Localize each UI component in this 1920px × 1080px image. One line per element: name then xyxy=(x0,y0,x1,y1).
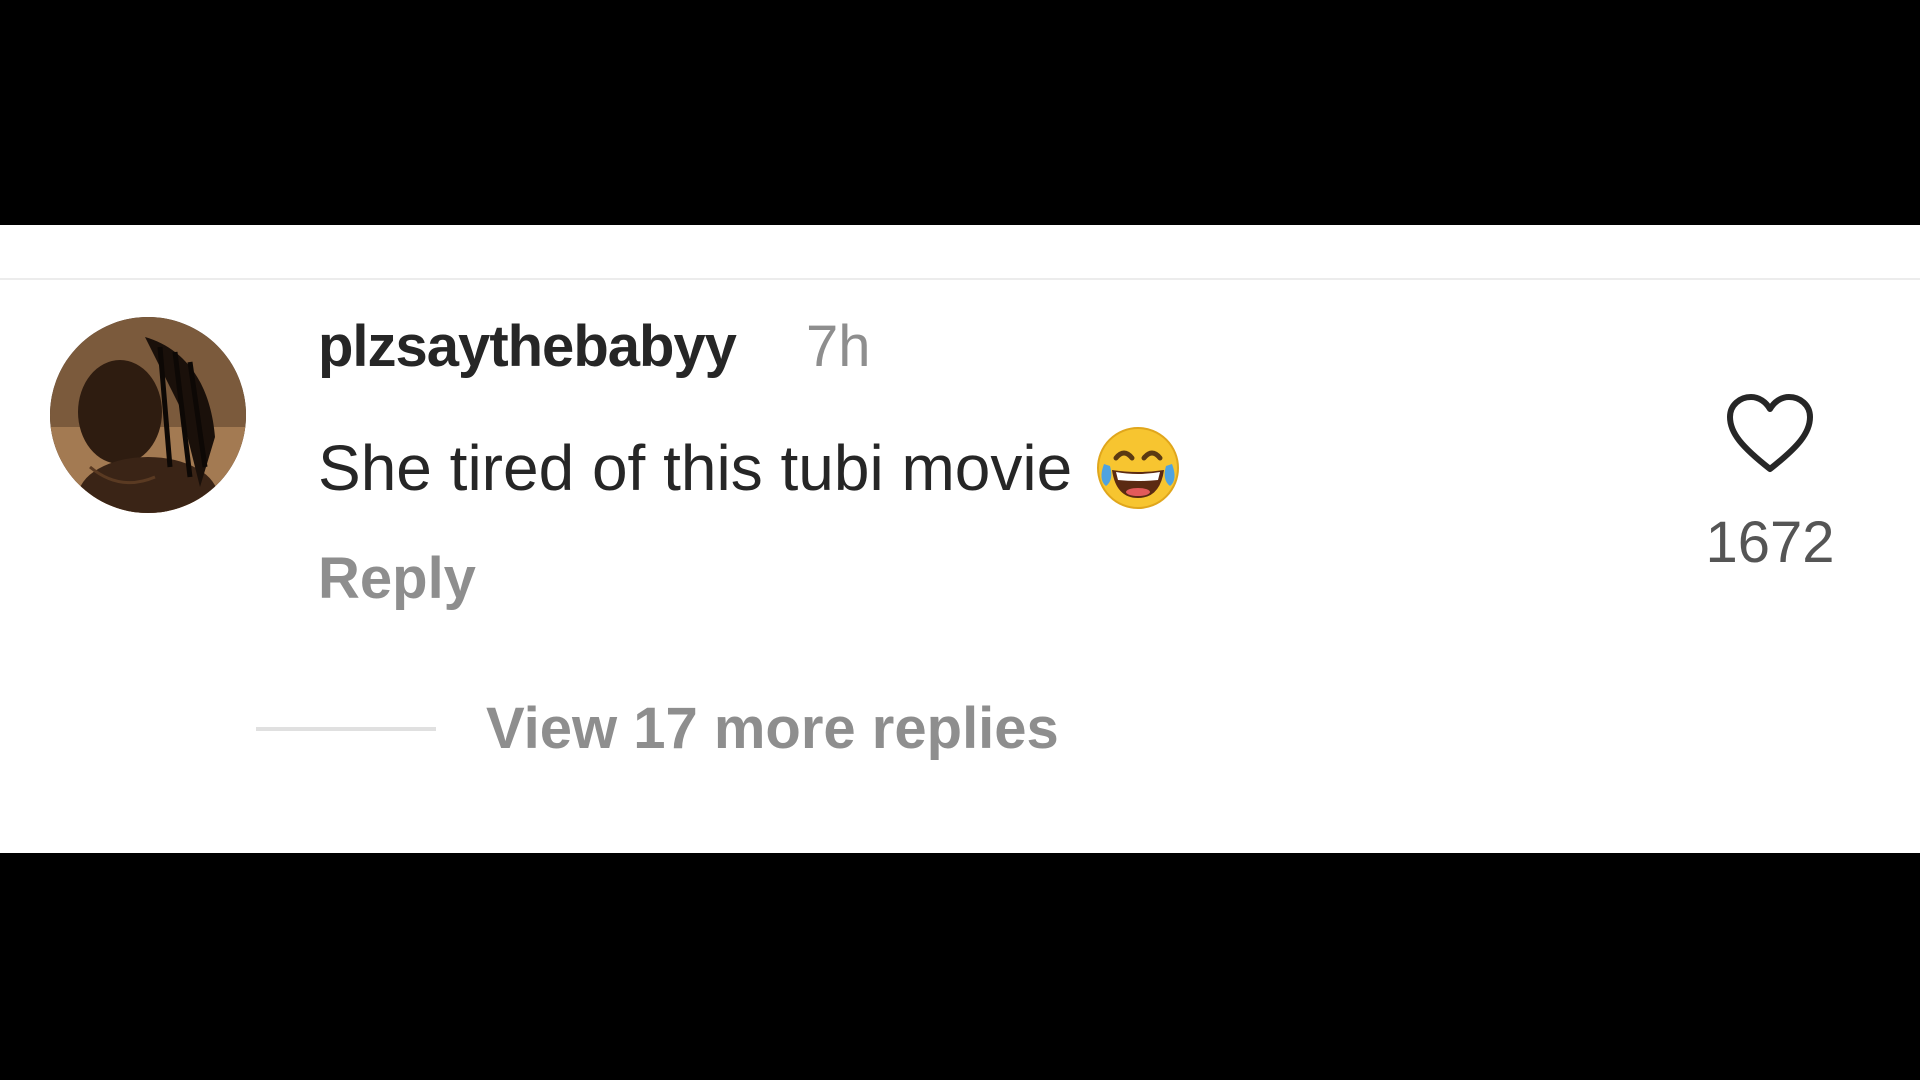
screenshot-frame: plzsaythebabyy 7h She tired of this tubi… xyxy=(0,0,1920,1080)
divider xyxy=(0,278,1920,280)
like-button[interactable] xyxy=(1722,387,1818,483)
reply-button[interactable]: Reply xyxy=(318,545,476,612)
view-more-replies-button[interactable]: View 17 more replies xyxy=(486,695,1059,762)
avatar-photo xyxy=(50,317,246,513)
like-count: 1672 xyxy=(1705,510,1835,575)
username[interactable]: plzsaythebabyy xyxy=(318,313,737,380)
comment-timestamp: 7h xyxy=(806,314,871,379)
comment-panel: plzsaythebabyy 7h She tired of this tubi… xyxy=(0,225,1920,853)
comment-body: She tired of this tubi movie xyxy=(318,423,1182,513)
avatar[interactable] xyxy=(50,317,246,513)
replies-divider xyxy=(256,727,436,731)
face-with-tears-of-joy-icon xyxy=(1094,424,1182,512)
heart-outline-icon xyxy=(1727,394,1813,472)
comment-text: She tired of this tubi movie xyxy=(318,432,1073,504)
